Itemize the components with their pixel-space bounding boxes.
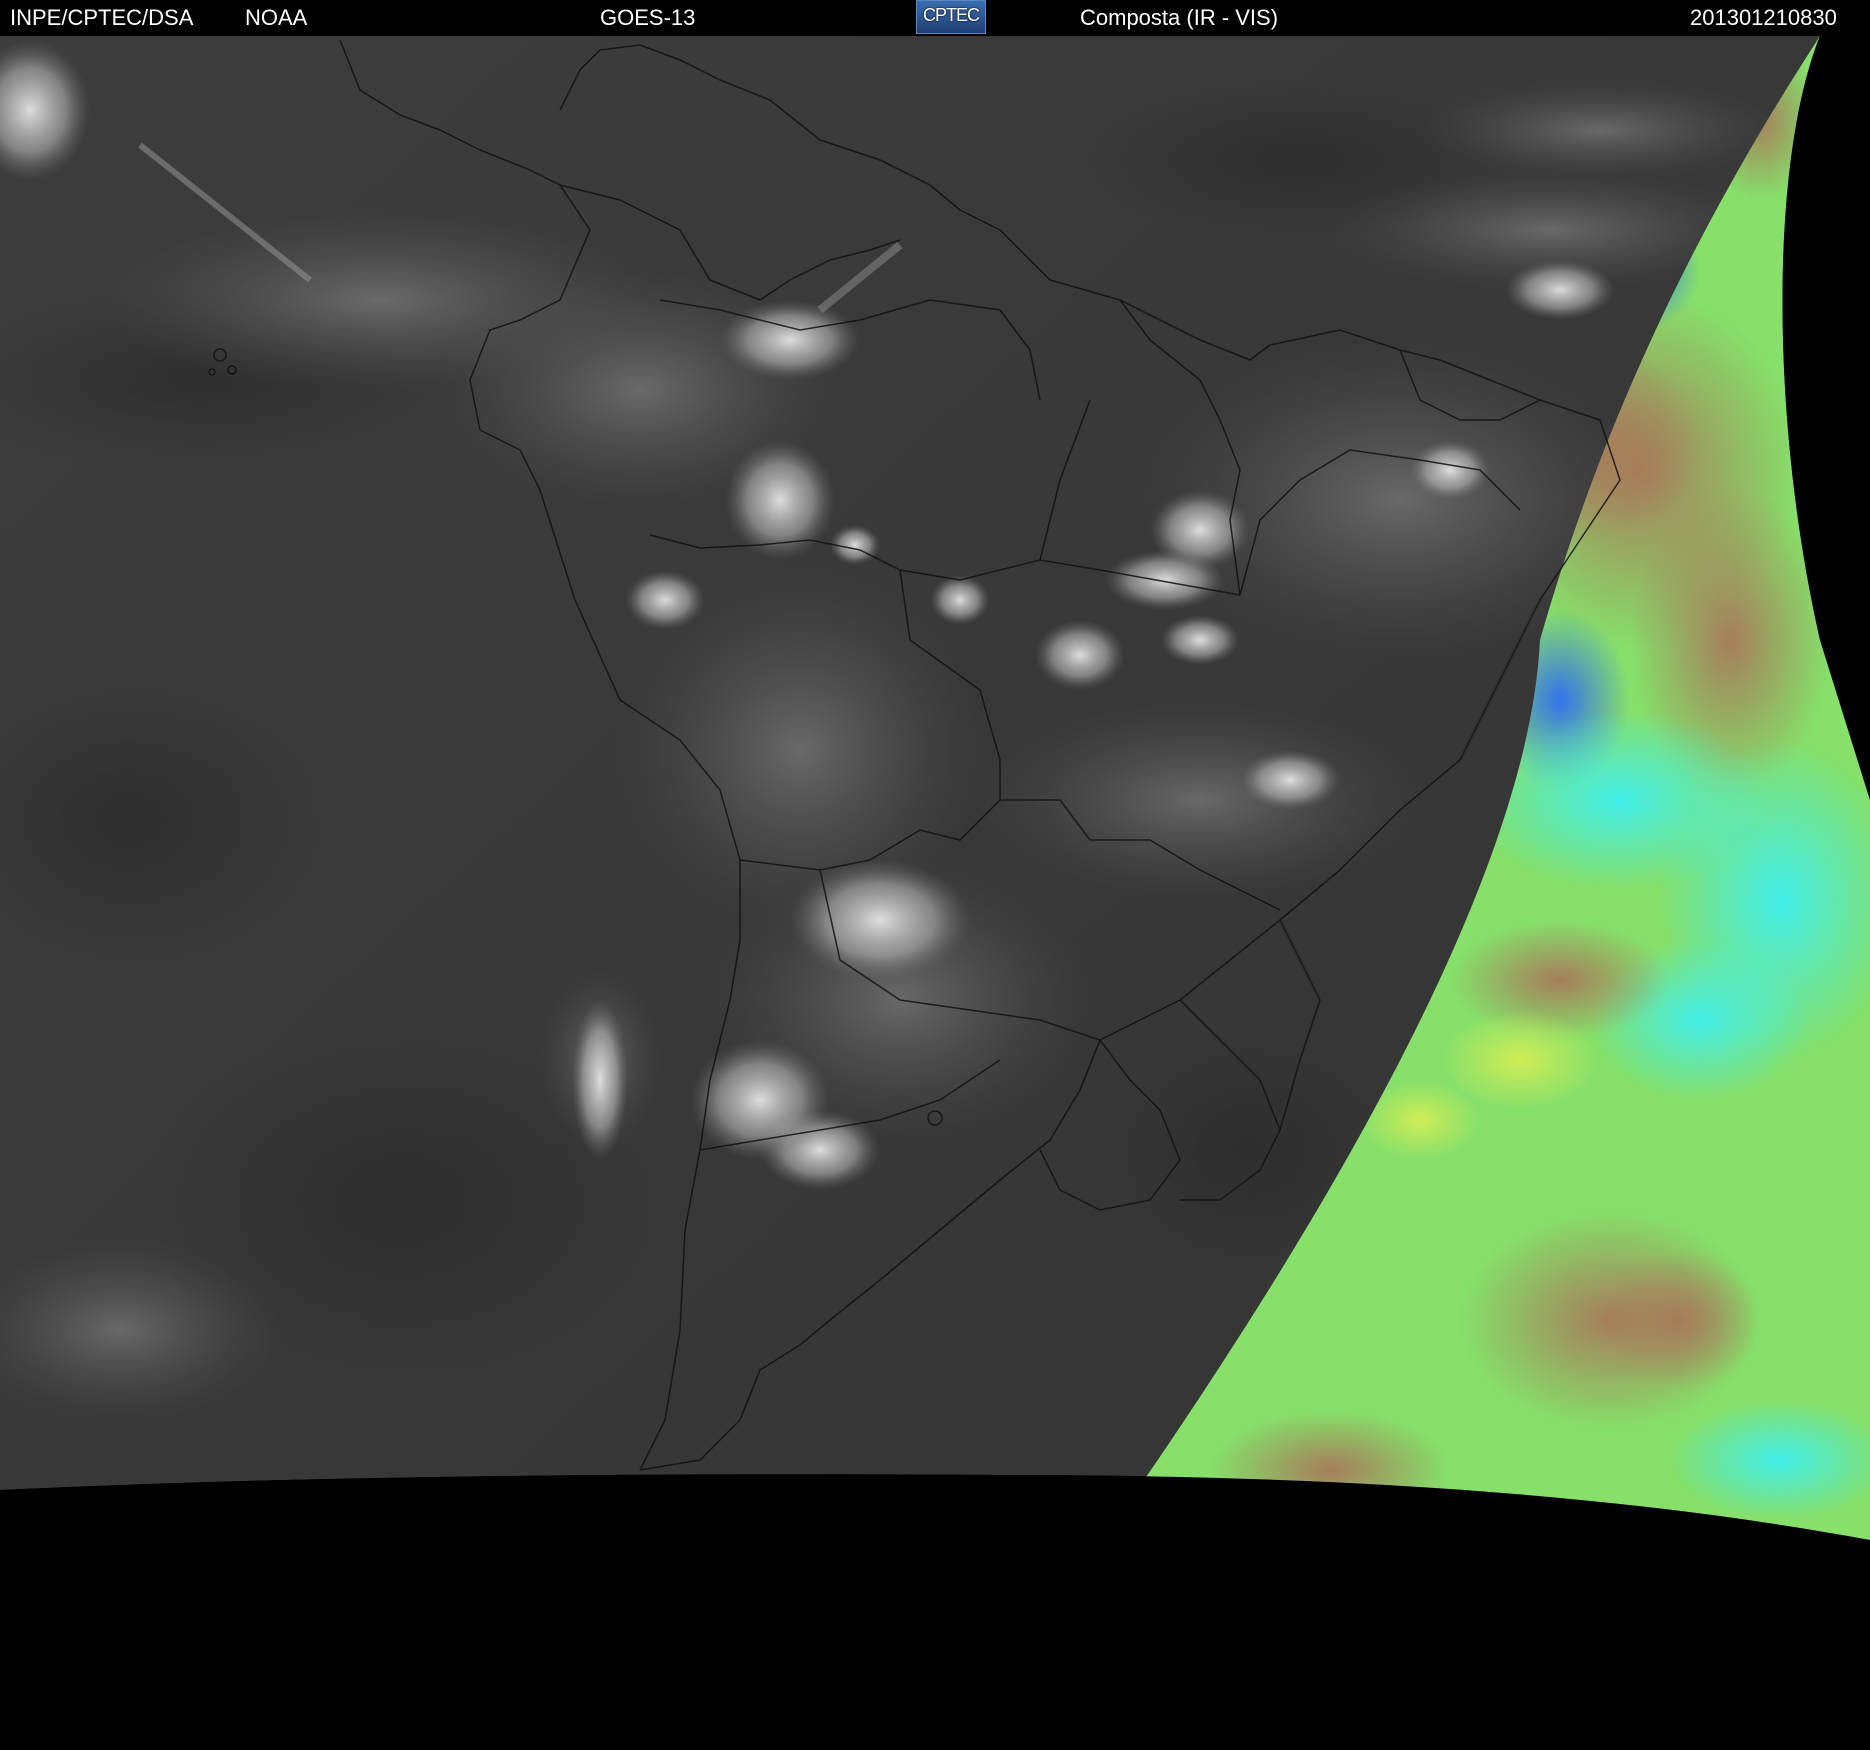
- cptec-logo-text: CPTEC: [922, 5, 980, 25]
- organization-label: INPE/CPTEC/DSA: [10, 5, 194, 30]
- timestamp-label: 201301210830: [1690, 5, 1837, 30]
- product-label: Composta (IR - VIS): [1080, 5, 1279, 30]
- satellite-composite-image: [0, 36, 1870, 1750]
- cptec-logo: CPTEC: [916, 0, 986, 34]
- agency-label: NOAA: [245, 5, 308, 30]
- satellite-label: GOES-13: [600, 5, 696, 30]
- satellite-image-viewer: INPE/CPTEC/DSA NOAA GOES-13 CPTEC Compos…: [0, 0, 1870, 1750]
- image-header-bar: INPE/CPTEC/DSA NOAA GOES-13 CPTEC Compos…: [0, 0, 1870, 36]
